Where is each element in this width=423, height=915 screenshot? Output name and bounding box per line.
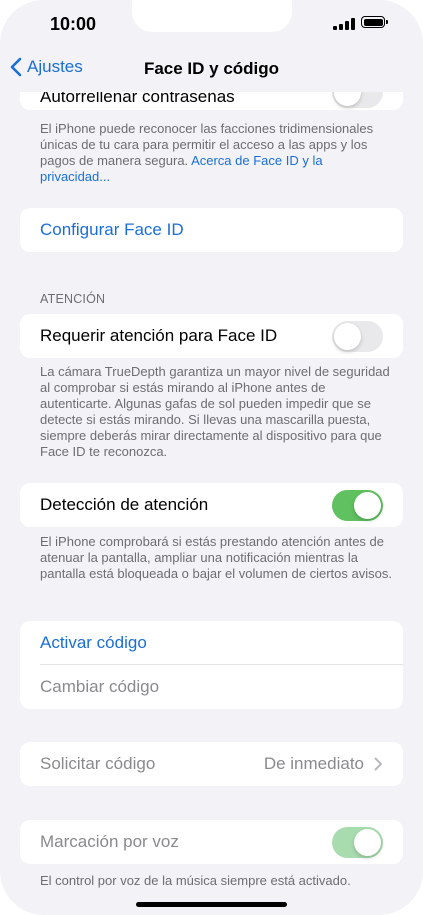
voice-dial-footer: El control por voz de la música siempre … [40,873,351,888]
attention-detection-footer: El iPhone comprobará si estás prestando … [40,534,392,581]
require-attention-row[interactable]: Requerir atención para Face ID [20,314,403,358]
settings-screen: Autorrellenar contraseñas El iPhone pued… [0,0,423,915]
require-passcode-value: De inmediato [263,754,364,773]
attention-detection-toggle[interactable] [332,489,383,521]
toggle-knob [334,322,361,350]
attention-group: Requerir atención para Face ID [20,314,403,358]
require-attention-label: Requerir atención para Face ID [40,326,278,345]
chevron-right-icon [374,757,382,771]
require-passcode-row[interactable]: Solicitar código De inmediato [20,742,403,786]
require-passcode-group: Solicitar código De inmediato [20,742,403,786]
attention-detection-row[interactable]: Detección de atención [20,483,403,527]
change-passcode-button[interactable]: Cambiar código [20,665,403,709]
battery-icon [361,16,388,28]
voice-dial-toggle[interactable] [332,826,383,858]
page-title: Face ID y código [143,59,280,78]
require-passcode-value-wrap: De inmediato [264,742,383,786]
settings-list[interactable]: Autorrellenar contraseñas El iPhone pued… [0,0,423,915]
activate-passcode-label: Activar código [40,633,147,652]
attention-detection-group: Detección de atención [20,483,403,527]
require-attention-toggle[interactable] [332,320,383,352]
attention-header: ATENCIÓN [40,292,106,306]
voice-dial-label: Marcación por voz [40,832,179,851]
require-passcode-label: Solicitar código [40,754,156,773]
home-indicator[interactable] [136,902,287,907]
notch [132,0,292,32]
status-time: 10:00 [50,14,97,34]
face-id-footer: El iPhone puede reconocer las facciones … [40,121,392,185]
toggle-knob [354,491,381,519]
signal-icon [333,18,355,30]
setup-group: Configurar Face ID [20,208,403,252]
voice-dial-row[interactable]: Marcación por voz [20,820,403,864]
setup-face-id-button[interactable]: Configurar Face ID [20,208,403,252]
toggle-knob [354,828,381,856]
passcode-group: Activar código Cambiar código [20,621,403,709]
activate-passcode-button[interactable]: Activar código [20,621,403,665]
change-passcode-label: Cambiar código [40,677,160,696]
setup-face-id-label: Configurar Face ID [40,220,184,239]
require-attention-footer: La cámara TrueDepth garantiza un mayor n… [40,364,390,459]
voice-dial-group: Marcación por voz [20,820,403,864]
attention-detection-label: Detección de atención [40,495,209,514]
